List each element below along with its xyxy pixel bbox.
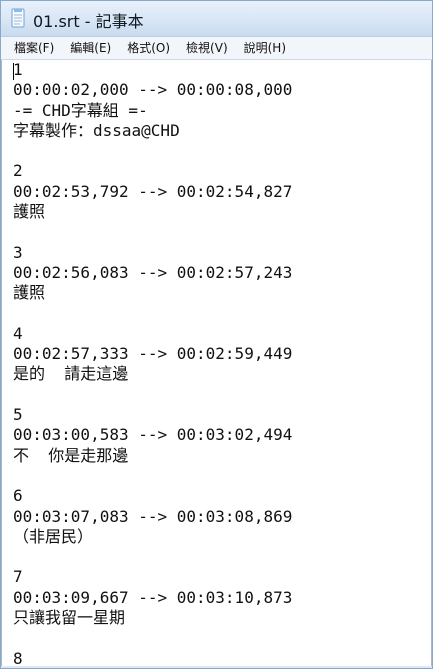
menu-help[interactable]: 說明(H) [242,39,288,57]
menu-view[interactable]: 檢視(V) [184,39,230,57]
text-editor[interactable]: 1 00:00:02,000 --> 00:00:08,000 -= CHD字幕… [1,60,432,666]
menu-edit[interactable]: 編輯(E) [68,39,113,57]
window-title: 01.srt - 記事本 [33,12,144,31]
menu-format[interactable]: 格式(O) [125,39,172,57]
srt-text-content[interactable]: 1 00:00:02,000 --> 00:00:08,000 -= CHD字幕… [13,60,292,666]
title-bar[interactable]: 01.srt - 記事本 [1,1,432,37]
menu-file[interactable]: 檔案(F) [12,39,56,57]
menu-bar: 檔案(F) 編輯(E) 格式(O) 檢視(V) 說明(H) [1,37,432,60]
notepad-icon [11,8,25,28]
notepad-window: 01.srt - 記事本 檔案(F) 編輯(E) 格式(O) 檢視(V) 說明(… [0,0,433,669]
